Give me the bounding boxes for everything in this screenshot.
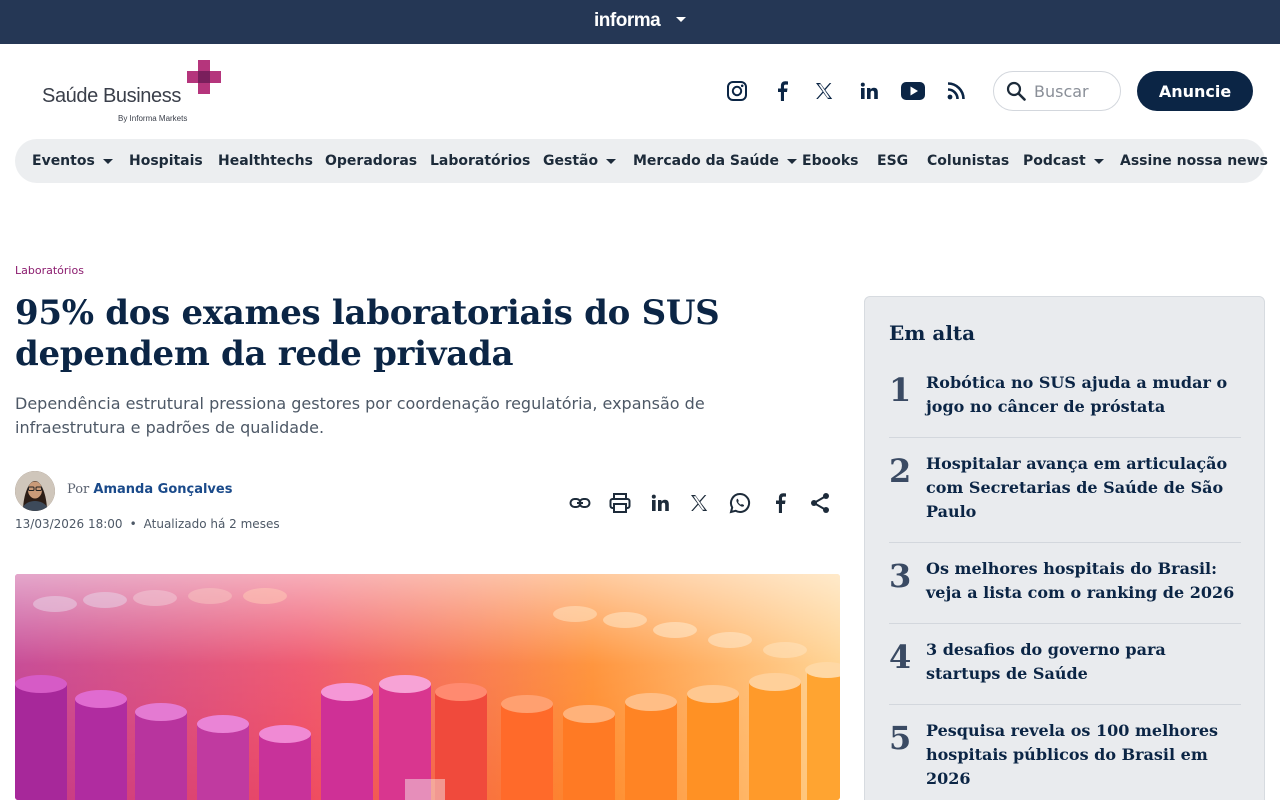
nav-label: Operadoras [325,153,418,169]
nav-item-podcast[interactable]: Podcast [1023,139,1104,183]
trending-item[interactable]: 1 Robótica no SUS ajuda a mudar o jogo n… [889,371,1241,438]
nav-label: Healthtechs [218,153,313,169]
nav-label: Assine nossa news [1120,153,1268,169]
trending-title[interactable]: 3 desafios do governo para startups de S… [926,638,1244,686]
nav-item-esg[interactable]: ESG [877,139,908,183]
chevron-down-icon [786,158,797,164]
trending-item[interactable]: 5 Pesquisa revela os 100 melhores hospit… [889,719,1241,788]
medical-cross-icon [187,60,221,94]
nav-label: ESG [877,153,909,169]
informa-topbar: informa [0,0,1280,44]
chevron-down-icon [102,158,113,164]
site-logo[interactable]: Saúde Business By Informa Markets [42,58,232,126]
byline: Por Amanda Gonçalves [67,482,232,497]
nav-label: Laboratórios [430,153,531,169]
logo-wordmark: Saúde Business [42,85,181,107]
search-placeholder: Buscar [1034,81,1089,101]
share-icon[interactable] [807,490,833,516]
trending-title[interactable]: Robótica no SUS ajuda a mudar o jogo no … [926,371,1244,419]
nav-item-ebooks[interactable]: Ebooks [802,139,858,183]
rss-icon[interactable] [943,78,969,104]
nav-item-eventos[interactable]: Eventos [32,139,113,183]
article-headline: 95% dos exames laboratoriais do SUS depe… [15,293,720,374]
nav-label: Ebooks [802,153,859,169]
trending-title[interactable]: Pesquisa revela os 100 melhores hospitai… [926,719,1244,791]
trending-rank: 5 [889,719,912,757]
nav-item-gestao[interactable]: Gestão [543,139,617,183]
byline-prefix: Por [67,482,90,497]
trending-rank: 2 [889,452,912,490]
linkedin-icon[interactable] [856,78,882,104]
sidebar-title: Em alta [889,321,976,345]
nav-item-operadoras[interactable]: Operadoras [325,139,417,183]
article-category[interactable]: Laboratórios [15,264,84,277]
article-meta: 13/03/2026 18:00 • Atualizado há 2 meses [15,517,280,531]
separator: • [129,517,137,531]
publish-date: 13/03/2026 18:00 [15,517,123,531]
nav-item-laboratorios[interactable]: Laboratórios [430,139,530,183]
trending-rank: 1 [889,371,912,409]
author-avatar[interactable] [15,471,55,511]
trending-item[interactable]: 4 3 desafios do governo para startups de… [889,638,1241,705]
nav-item-colunistas[interactable]: Colunistas [927,139,1009,183]
instagram-icon[interactable] [724,78,750,104]
author-link[interactable]: Amanda Gonçalves [93,482,232,497]
nav-label: Mercado da Saúde [633,153,779,169]
link-icon[interactable] [567,490,593,516]
print-icon[interactable] [607,490,633,516]
article-dek: Dependência estrutural pressiona gestore… [15,394,705,437]
informa-brand[interactable]: informa [594,10,661,32]
nav-label: Podcast [1023,153,1086,169]
x-icon[interactable] [811,78,837,104]
chevron-down-icon [1093,158,1104,164]
article-hero-image [15,574,840,800]
trending-title[interactable]: Os melhores hospitais do Brasil: veja a … [926,557,1244,605]
trending-rank: 4 [889,638,912,676]
logo-tagline: By Informa Markets [118,114,188,123]
nav-label: Gestão [543,153,599,169]
x-icon[interactable] [686,490,712,516]
trending-title[interactable]: Hospitalar avança em articulação com Sec… [926,452,1244,524]
main-nav: Eventos Hospitais Healthtechs Operadoras… [15,139,1268,183]
facebook-icon[interactable] [767,490,793,516]
trending-rank: 3 [889,557,912,595]
nav-label: Colunistas [927,153,1010,169]
facebook-icon[interactable] [769,78,795,104]
search-input[interactable]: Buscar [993,71,1121,111]
nav-item-healthtechs[interactable]: Healthtechs [218,139,313,183]
updated-time: Atualizado há 2 meses [143,517,280,531]
trending-item[interactable]: 3 Os melhores hospitais do Brasil: veja … [889,557,1241,624]
linkedin-icon[interactable] [647,490,673,516]
nav-label: Hospitais [129,153,203,169]
nav-item-hospitais[interactable]: Hospitais [129,139,203,183]
anuncie-button[interactable]: Anuncie [1137,71,1253,111]
youtube-icon[interactable] [900,78,926,104]
chevron-down-icon [606,158,617,164]
nav-label: Eventos [32,153,95,169]
nav-item-assine-news[interactable]: Assine nossa news [1120,139,1268,183]
trending-sidebar: Em alta 1 Robótica no SUS ajuda a mudar … [864,296,1265,800]
trending-item[interactable]: 2 Hospitalar avança em articulação com S… [889,452,1241,543]
search-icon [1006,81,1026,101]
chevron-down-icon[interactable] [676,17,686,22]
nav-item-mercado-da-saude[interactable]: Mercado da Saúde [633,139,797,183]
whatsapp-icon[interactable] [727,490,753,516]
